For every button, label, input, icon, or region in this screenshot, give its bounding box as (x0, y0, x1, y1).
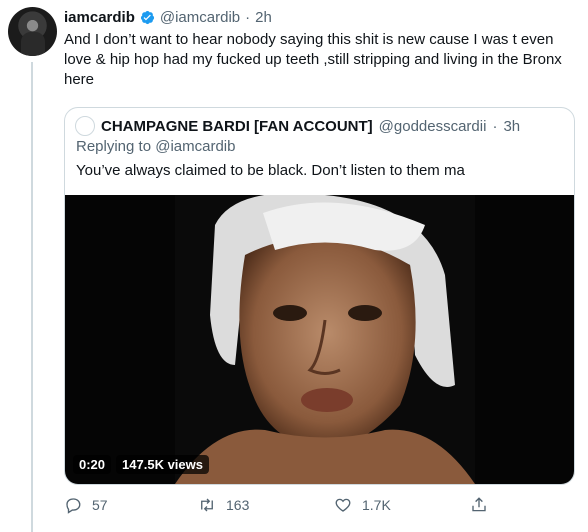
video-player[interactable]: 0:20 147.5K views (65, 195, 574, 484)
video-thumbnail-image (175, 195, 475, 484)
share-icon (472, 497, 486, 512)
video-duration: 0:20 (73, 455, 112, 474)
separator-dot: · (245, 8, 251, 26)
video-views: 147.5K views (116, 455, 209, 474)
retweet-icon (201, 498, 213, 512)
tweet-header: iamcardib @iamcardib · 2h (64, 6, 272, 28)
quoted-tweet[interactable]: CHAMPAGNE BARDI [FAN ACCOUNT] @goddessca… (64, 107, 575, 485)
quoted-display-name: CHAMPAGNE BARDI [FAN ACCOUNT] (101, 117, 373, 135)
tweet-text: And I don’t want to hear nobody saying t… (64, 31, 562, 88)
like-count: 1.7K (362, 497, 391, 513)
video-overlay: 0:20 147.5K views (73, 455, 209, 474)
avatar[interactable] (8, 7, 57, 56)
retweet-count: 163 (226, 497, 250, 513)
quoted-timestamp: 3h (503, 117, 521, 135)
share-button[interactable] (470, 496, 488, 514)
verified-badge-icon (140, 10, 155, 25)
reply-count: 57 (92, 497, 108, 513)
display-name[interactable]: iamcardib (64, 9, 135, 26)
handle[interactable]: @iamcardib (160, 9, 240, 26)
replying-to-line: Replying to @iamcardib (76, 138, 235, 155)
quoted-separator-dot: · (492, 117, 498, 135)
thread-line (31, 62, 33, 532)
replying-to-mention[interactable]: @iamcardib (155, 138, 235, 155)
quoted-handle: @goddesscardii (378, 117, 487, 135)
retweet-button[interactable]: 163 (198, 496, 249, 514)
like-icon (335, 498, 351, 512)
quoted-avatar (75, 116, 95, 136)
quoted-tweet-text: You’ve always claimed to be black. Don’t… (76, 162, 465, 179)
timestamp[interactable]: 2h (255, 9, 272, 26)
reply-icon (66, 498, 81, 514)
tweet[interactable]: iamcardib @iamcardib · 2h And I don’t wa… (0, 0, 588, 532)
reply-button[interactable]: 57 (64, 496, 108, 514)
quoted-tweet-header: CHAMPAGNE BARDI [FAN ACCOUNT] @goddessca… (75, 116, 520, 136)
like-button[interactable]: 1.7K (334, 496, 391, 514)
replying-to-prefix: Replying to (76, 138, 152, 155)
action-bar: 57 163 1.7K (64, 496, 504, 516)
